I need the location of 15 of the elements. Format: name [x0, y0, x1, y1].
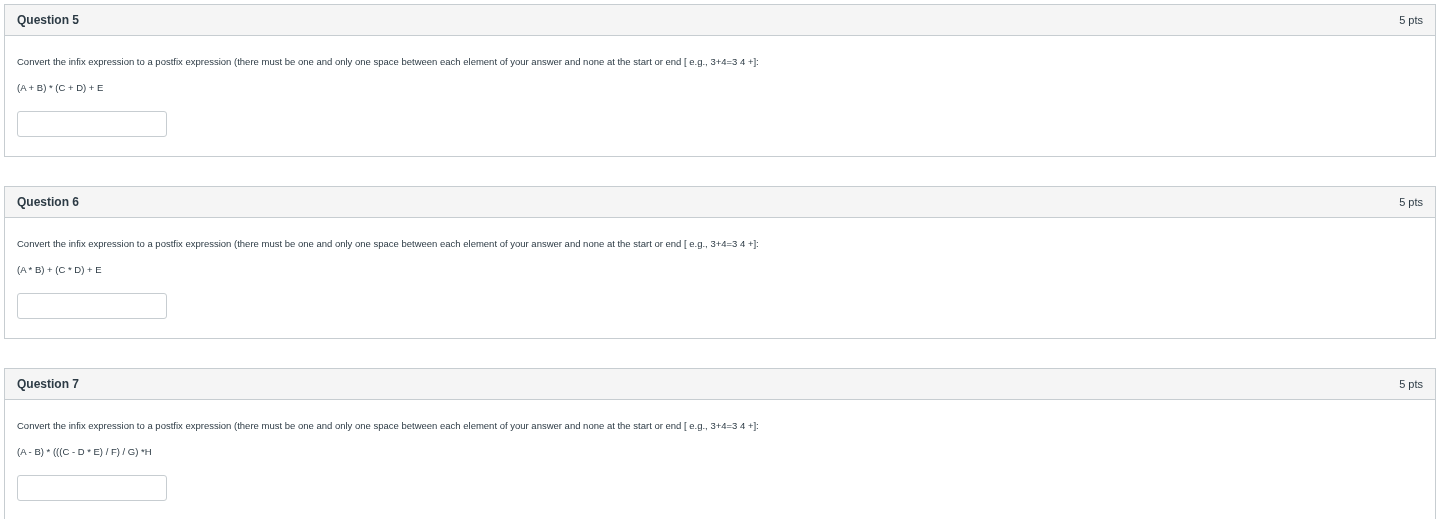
points-label: 5 pts [1399, 194, 1423, 210]
points-label: 5 pts [1399, 376, 1423, 392]
answer-field[interactable] [17, 292, 167, 319]
infix-expression: (A * B) + (C * D) + E [17, 263, 103, 278]
points-label: 5 pts [1399, 12, 1423, 28]
question-prompt: Convert the infix expression to a postfix expression (there must be one and only one space between each element of your answer and none at the start or end [ e.g., 3+4=3 4 +]: [17, 55, 760, 69]
question-prompt: Convert the infix expression to a postfix expression (there must be one and only one space between each element of your answer and none at the start or end [ e.g., 3+4=3 4 +]: [17, 237, 760, 251]
answer-field[interactable] [17, 474, 167, 501]
answer-field[interactable] [17, 110, 167, 137]
question-title: Question 5 [17, 12, 79, 29]
question-title: Question 7 [17, 376, 79, 393]
question-title: Question 6 [17, 194, 79, 211]
question-prompt: Convert the infix expression to a postfix expression (there must be one and only one space between each element of your answer and none at the start or end [ e.g., 3+4=3 4 +]: [17, 419, 760, 433]
infix-expression: (A - B) * (((C - D * E) / F) / G) *H [17, 445, 153, 460]
infix-expression: (A + B) * (C + D) + E [17, 81, 105, 96]
